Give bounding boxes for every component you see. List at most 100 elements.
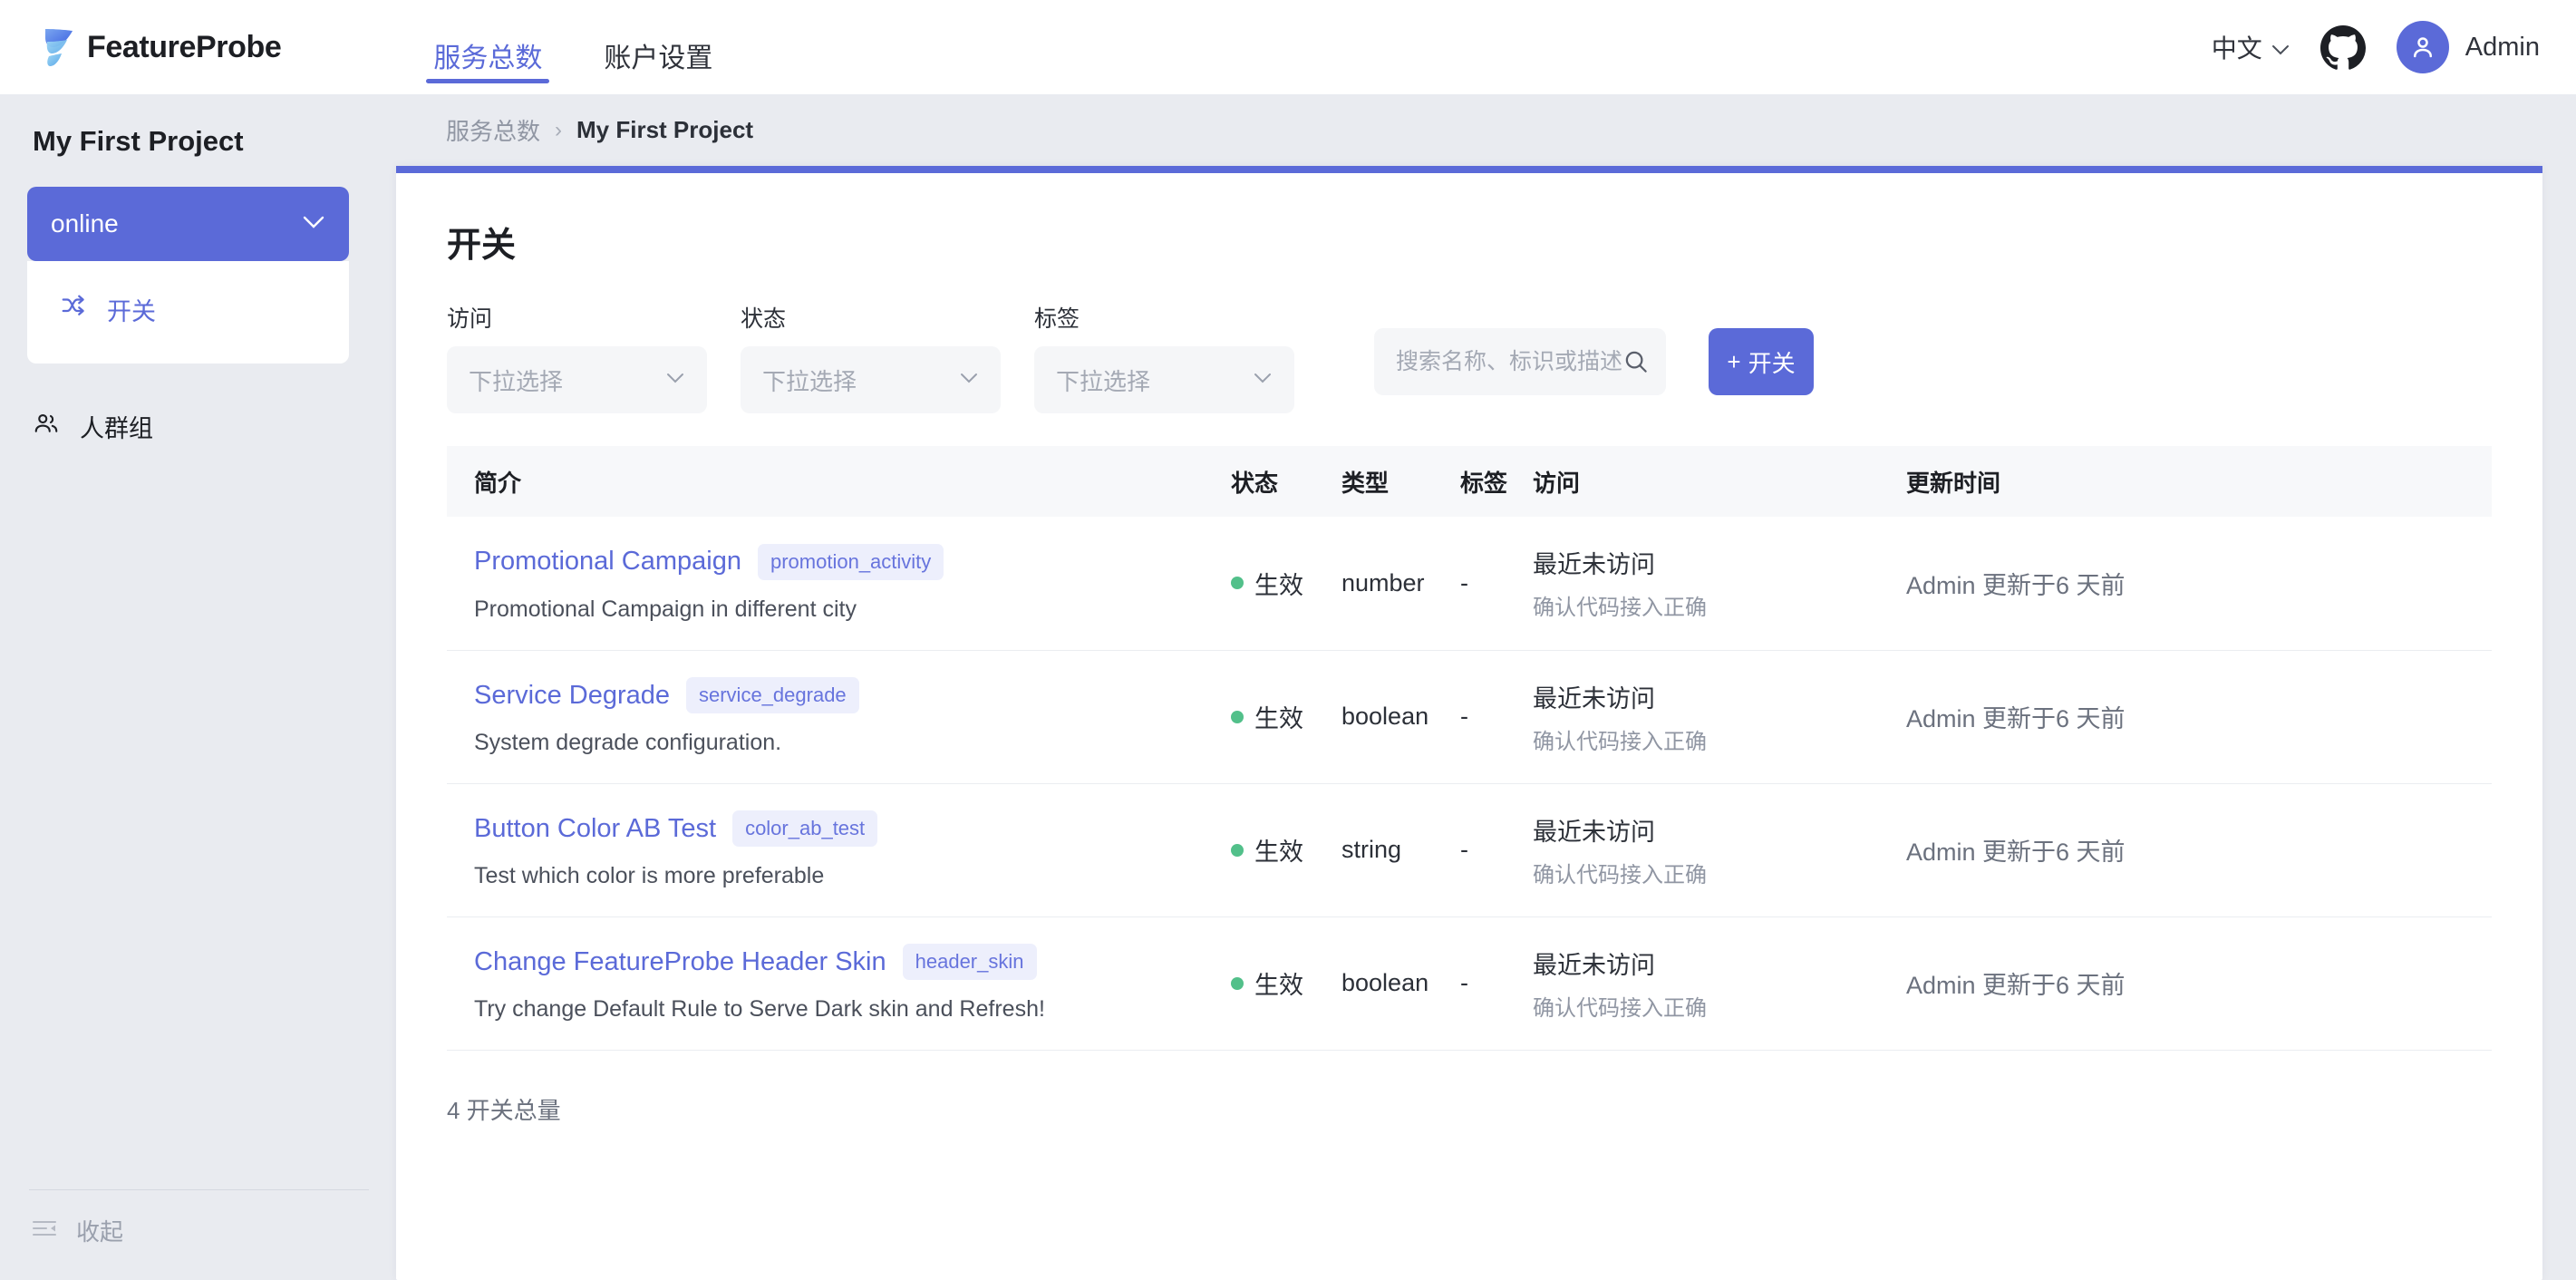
- status-badge: 生效: [1231, 832, 1341, 868]
- toggle-name-row: Service Degrade service_degrade: [474, 677, 1231, 713]
- cell-status: 生效: [1231, 517, 1341, 650]
- chevron-down-icon: [1253, 372, 1273, 389]
- status-label: 生效: [1254, 965, 1303, 1001]
- chevron-down-icon: [959, 372, 979, 389]
- table-total-count: 4 开关总量: [447, 1092, 2542, 1126]
- cell-tags: -: [1460, 650, 1533, 783]
- cell-status: 生效: [1231, 916, 1341, 1050]
- sidebar-footer: 收起: [0, 1189, 396, 1280]
- visit-hint: 确认代码接入正确: [1533, 990, 1906, 1022]
- cell-status: 生效: [1231, 650, 1341, 783]
- status-dot-icon: [1231, 711, 1244, 723]
- toggle-tags: -: [1460, 703, 1468, 730]
- cell-tags: -: [1460, 517, 1533, 650]
- toggle-name-link[interactable]: Change FeatureProbe Header Skin: [474, 947, 886, 977]
- filter-tags-select[interactable]: 下拉选择: [1034, 346, 1294, 413]
- toggle-description: Test which color is more preferable: [474, 863, 1231, 889]
- collapse-icon: [31, 1217, 58, 1245]
- search-input[interactable]: [1396, 349, 1622, 375]
- language-switcher[interactable]: 中文: [2212, 29, 2290, 65]
- updated-time: Admin 更新于6 天前: [1906, 839, 2126, 866]
- search-icon[interactable]: [1622, 348, 1650, 375]
- collapse-sidebar-button[interactable]: 收起: [31, 1214, 396, 1247]
- visit-hint: 确认代码接入正确: [1533, 857, 1906, 888]
- cell-status: 生效: [1231, 783, 1341, 916]
- column-header-tags[interactable]: 标签: [1460, 446, 1533, 517]
- status-label: 生效: [1254, 566, 1303, 601]
- avatar: [2397, 21, 2449, 73]
- toggle-description: Promotional Campaign in different city: [474, 596, 1231, 623]
- filter-placeholder: 下拉选择: [1056, 364, 1150, 397]
- main-tabs: 服务总数 账户设置: [426, 0, 767, 94]
- toggle-key-chip: color_ab_test: [732, 810, 877, 847]
- toggle-type: boolean: [1341, 969, 1428, 996]
- filter-status-select[interactable]: 下拉选择: [741, 346, 1001, 413]
- brand-logo[interactable]: FeatureProbe: [38, 24, 281, 71]
- filter-visit-select[interactable]: 下拉选择: [447, 346, 707, 413]
- toggle-tags: -: [1460, 969, 1468, 996]
- cell-updated: Admin 更新于6 天前: [1906, 650, 2492, 783]
- sidebar-item-label: 人群组: [80, 409, 153, 444]
- environment-selector[interactable]: online: [27, 187, 349, 261]
- table-row[interactable]: Promotional Campaign promotion_activity …: [447, 517, 2492, 650]
- filter-bar: 访问 下拉选择 状态 下拉选择 标签 下拉选择: [447, 301, 2542, 413]
- sidebar: My First Project online 开关: [0, 94, 396, 1280]
- updated-time: Admin 更新于6 天前: [1906, 705, 2126, 732]
- table-row[interactable]: Button Color AB Test color_ab_test Test …: [447, 783, 2492, 916]
- user-menu[interactable]: Admin: [2397, 21, 2540, 73]
- search-box[interactable]: [1374, 328, 1666, 395]
- table-row[interactable]: Service Degrade service_degrade System d…: [447, 650, 2492, 783]
- table-row[interactable]: Change FeatureProbe Header Skin header_s…: [447, 916, 2492, 1050]
- filter-placeholder: 下拉选择: [762, 364, 857, 397]
- divider: [29, 1189, 369, 1190]
- toggle-name-row: Button Color AB Test color_ab_test: [474, 810, 1231, 847]
- updated-time: Admin 更新于6 天前: [1906, 972, 2126, 999]
- status-label: 生效: [1254, 832, 1303, 868]
- column-header-visit[interactable]: 访问: [1533, 446, 1906, 517]
- user-name: Admin: [2465, 33, 2540, 63]
- status-dot-icon: [1231, 844, 1244, 857]
- add-toggle-button[interactable]: + 开关: [1709, 328, 1814, 395]
- cell-name: Service Degrade service_degrade System d…: [447, 650, 1231, 783]
- status-dot-icon: [1231, 977, 1244, 990]
- featureprobe-logo-icon: [38, 24, 78, 71]
- column-header-name[interactable]: 简介: [447, 446, 1231, 517]
- project-title: My First Project: [33, 125, 396, 158]
- visit-status: 最近未访问: [1533, 812, 1906, 848]
- sidebar-secondary-nav: 人群组: [0, 400, 396, 453]
- github-icon[interactable]: [2320, 24, 2366, 70]
- plus-icon: +: [1727, 348, 1740, 376]
- filter-tags: 标签 下拉选择: [1034, 301, 1294, 413]
- page-title: 开关: [447, 217, 2542, 267]
- toggle-name-link[interactable]: Button Color AB Test: [474, 814, 716, 844]
- users-icon: [33, 410, 60, 443]
- cell-visit: 最近未访问 确认代码接入正确: [1533, 916, 1906, 1050]
- breadcrumb-root[interactable]: 服务总数: [446, 113, 540, 147]
- column-header-updated[interactable]: 更新时间: [1906, 446, 2492, 517]
- filter-label: 标签: [1034, 301, 1294, 334]
- status-badge: 生效: [1231, 566, 1341, 601]
- table-header: 简介 状态 类型 标签 访问 更新时间: [447, 446, 2492, 517]
- add-toggle-label: 开关: [1748, 345, 1796, 379]
- tab-services[interactable]: 服务总数: [426, 45, 549, 94]
- visit-hint: 确认代码接入正确: [1533, 589, 1906, 621]
- toggle-tags: -: [1460, 569, 1468, 596]
- cell-type: string: [1341, 783, 1460, 916]
- cell-type: boolean: [1341, 650, 1460, 783]
- tab-account-settings[interactable]: 账户设置: [596, 45, 720, 94]
- filter-status: 状态 下拉选择: [741, 301, 1001, 413]
- toggle-key-chip: service_degrade: [686, 677, 859, 713]
- column-header-type[interactable]: 类型: [1341, 446, 1460, 517]
- cell-tags: -: [1460, 916, 1533, 1050]
- sidebar-item-toggles[interactable]: 开关: [27, 283, 349, 336]
- toggle-name-row: Promotional Campaign promotion_activity: [474, 544, 1231, 580]
- filter-placeholder: 下拉选择: [469, 364, 563, 397]
- toggles-table: 简介 状态 类型 标签 访问 更新时间 Promotional Campaign…: [447, 446, 2492, 1051]
- visit-status: 最近未访问: [1533, 545, 1906, 580]
- sidebar-item-segments[interactable]: 人群组: [0, 400, 396, 453]
- column-header-status[interactable]: 状态: [1231, 446, 1341, 517]
- toggle-name-link[interactable]: Promotional Campaign: [474, 547, 741, 577]
- toggle-name-link[interactable]: Service Degrade: [474, 681, 670, 711]
- toggle-key-chip: promotion_activity: [758, 544, 944, 580]
- status-dot-icon: [1231, 577, 1244, 589]
